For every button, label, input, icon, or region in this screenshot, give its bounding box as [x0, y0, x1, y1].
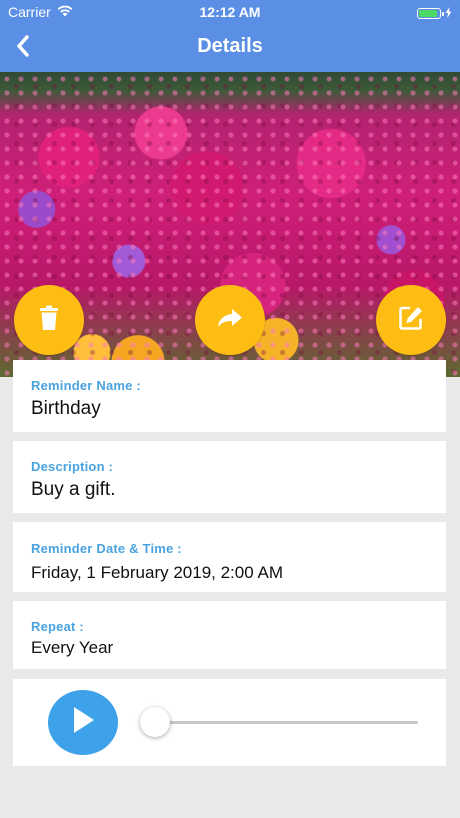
reminder-datetime-label: Reminder Date & Time : [31, 541, 182, 556]
repeat-value: Every Year [31, 638, 114, 657]
reminder-name-value: Birthday [31, 398, 101, 419]
share-button[interactable] [195, 285, 265, 355]
delete-button[interactable] [14, 285, 84, 355]
reminder-name-label: Reminder Name : [31, 378, 141, 393]
status-bar: Carrier 12:12 AM [0, 0, 460, 24]
edit-pencil-icon [398, 305, 424, 336]
play-button[interactable] [48, 690, 118, 755]
reminder-name-card: Reminder Name : Birthday [13, 360, 446, 432]
share-arrow-icon [217, 308, 243, 333]
trash-icon [38, 305, 60, 336]
status-right [417, 5, 452, 21]
repeat-card: Repeat : Every Year [13, 601, 446, 669]
page-title: Details [197, 35, 263, 57]
repeat-label: Repeat : [31, 619, 84, 634]
play-icon [71, 706, 95, 739]
description-value: Buy a gift. [31, 479, 116, 500]
edit-button[interactable] [376, 285, 446, 355]
reminder-datetime-card: Reminder Date & Time : Friday, 1 Februar… [13, 522, 446, 592]
reminder-datetime-value: Friday, 1 February 2019, 2:00 AM [31, 563, 283, 582]
slider-thumb[interactable] [140, 707, 170, 737]
charging-bolt-icon [445, 5, 452, 21]
navigation-bar: Details [0, 24, 460, 72]
battery-icon [417, 7, 444, 19]
status-time: 12:12 AM [199, 4, 261, 20]
audio-player [13, 679, 446, 766]
battery-level [419, 9, 437, 17]
description-card: Description : Buy a gift. [13, 441, 446, 513]
description-label: Description : [31, 459, 114, 474]
audio-progress-slider[interactable] [152, 721, 418, 724]
